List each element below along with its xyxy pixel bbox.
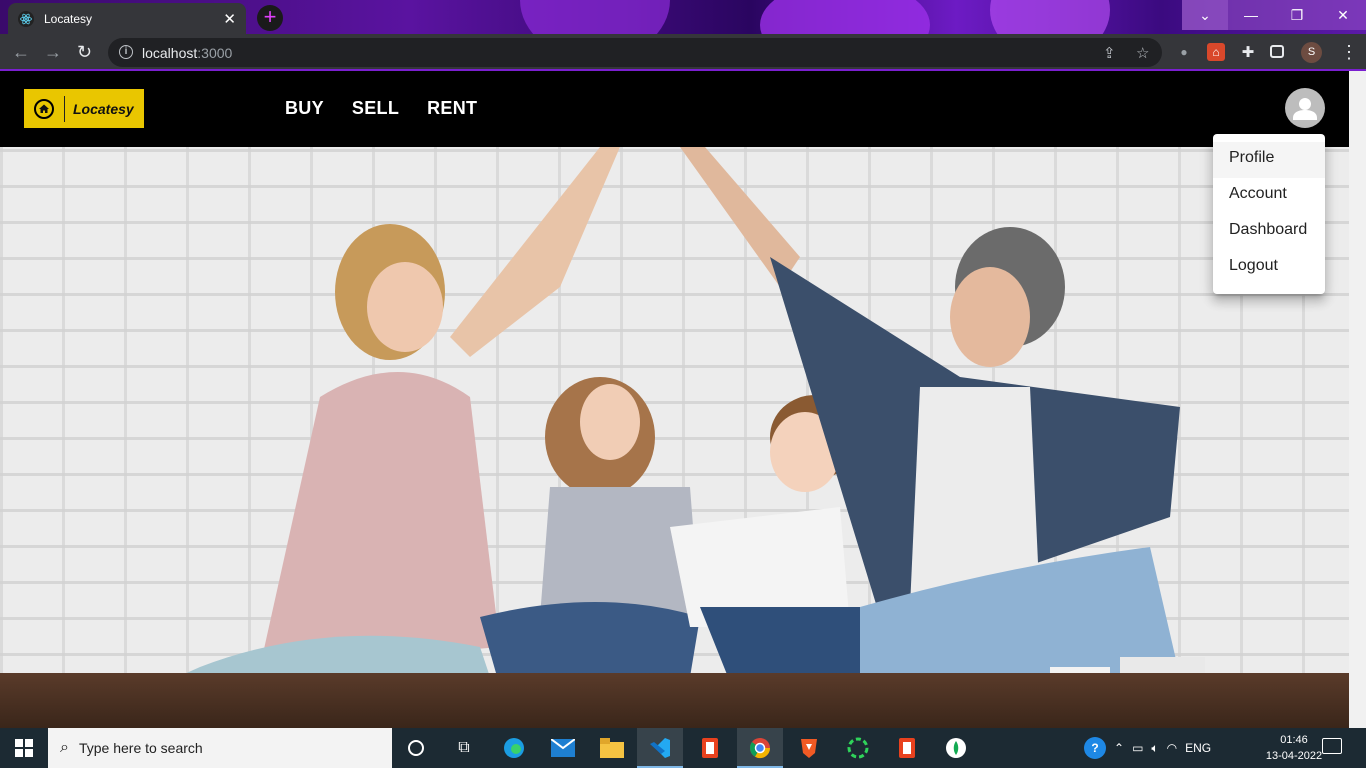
tab-title: Locatesy (44, 11, 93, 26)
main-nav: BUY SELL RENT (285, 98, 505, 119)
system-tray: ? ⌃ ▭ 🔈︎ ◠ ENG (1084, 728, 1211, 768)
home-icon (34, 98, 54, 119)
windows-taskbar: ⌕ Type here to search ⧉ ? ⌃ ▭ 🔈︎ ◠ ENG 0… (0, 728, 1366, 768)
brave-icon[interactable] (797, 736, 821, 760)
window-controls: ⌄ — ❐ ✕ (1182, 0, 1366, 30)
chrome-icon[interactable] (748, 736, 772, 760)
profile-avatar[interactable]: S (1301, 42, 1322, 63)
browser-tab[interactable]: Locatesy ✕ (8, 3, 246, 34)
edge-icon[interactable] (502, 736, 526, 760)
volume-icon[interactable]: 🔈︎ (1151, 741, 1158, 756)
vscode-icon[interactable] (648, 736, 672, 760)
minimize-button[interactable]: — (1228, 0, 1274, 30)
logo-divider (64, 95, 65, 122)
react-icon (18, 10, 34, 27)
wooden-floor (0, 673, 1349, 728)
tab-search-icon[interactable]: ⌄ (1182, 0, 1228, 30)
mail-icon[interactable] (551, 736, 575, 760)
windows-logo-icon (15, 739, 33, 757)
background-blob (520, 0, 670, 34)
mongodb-compass-icon[interactable] (944, 736, 968, 760)
clock-date: 13-04-2022 (1265, 750, 1323, 762)
office-icon[interactable] (698, 736, 722, 760)
bookmark-star-icon[interactable]: ☆ (1136, 44, 1149, 62)
person-icon (1293, 98, 1317, 120)
site-header: Locatesy BUY SELL RENT (0, 71, 1349, 147)
family-illustration (110, 147, 1205, 707)
user-dropdown-menu: Profile Account Dashboard Logout (1213, 134, 1325, 294)
browser-toolbar: ← → ↻ i localhost:3000 ⇪ ☆ ● ⌂ ✚ S ⋮ (0, 34, 1366, 71)
office-icon[interactable] (895, 736, 919, 760)
menu-item-logout[interactable]: Logout (1213, 250, 1325, 286)
menu-item-profile[interactable]: Profile (1213, 142, 1325, 178)
cortana-icon[interactable] (404, 736, 428, 760)
logo-text: Locatesy (73, 100, 134, 117)
menu-item-dashboard[interactable]: Dashboard (1213, 214, 1325, 250)
url-text: localhost:3000 (142, 45, 233, 61)
extension-icon[interactable]: ⌂ (1207, 43, 1225, 61)
browser-tabbar: Locatesy ✕ + ⌄ — ❐ ✕ (0, 0, 1366, 34)
site-info-icon[interactable]: i (119, 45, 133, 59)
close-tab-icon[interactable]: ✕ (223, 10, 236, 28)
address-bar[interactable]: i localhost:3000 ⇪ ☆ (108, 38, 1162, 67)
task-view-icon[interactable]: ⧉ (452, 736, 476, 760)
search-icon: ⌕ (60, 739, 69, 756)
kebab-menu-icon[interactable]: ⋮ (1340, 42, 1358, 63)
hero-image (0, 147, 1349, 728)
taskbar-search[interactable]: ⌕ Type here to search (48, 728, 392, 768)
start-button[interactable] (0, 728, 48, 768)
nav-buy[interactable]: BUY (285, 98, 324, 119)
web-page: Locatesy BUY SELL RENT Profile Account D… (0, 71, 1366, 728)
chevron-up-icon[interactable]: ⌃ (1114, 741, 1124, 755)
back-icon[interactable]: ← (12, 42, 30, 63)
sync-app-icon[interactable] (846, 736, 870, 760)
file-explorer-icon[interactable] (600, 736, 624, 760)
extension-icon[interactable]: ● (1175, 43, 1193, 61)
menu-item-account[interactable]: Account (1213, 178, 1325, 214)
side-panel-icon[interactable] (1270, 45, 1284, 58)
site-logo[interactable]: Locatesy (24, 89, 144, 128)
share-icon[interactable]: ⇪ (1103, 44, 1116, 62)
extensions-puzzle-icon[interactable]: ✚ (1239, 43, 1257, 61)
new-tab-button[interactable]: + (257, 5, 283, 31)
clock-time: 01:46 (1280, 734, 1308, 746)
nav-rent[interactable]: RENT (427, 98, 477, 119)
close-window-button[interactable]: ✕ (1320, 0, 1366, 30)
help-icon[interactable]: ? (1084, 737, 1106, 759)
nav-sell[interactable]: SELL (352, 98, 399, 119)
clock[interactable]: 01:46 13-04-2022 (1264, 732, 1324, 764)
wifi-icon[interactable]: ◠ (1167, 741, 1177, 755)
page-scrollbar[interactable] (1349, 71, 1366, 728)
reload-icon[interactable]: ↻ (77, 42, 92, 63)
restore-button[interactable]: ❐ (1274, 0, 1320, 30)
user-avatar-button[interactable] (1285, 88, 1325, 128)
search-placeholder: Type here to search (78, 740, 203, 756)
language-indicator[interactable]: ENG (1185, 741, 1211, 755)
battery-icon[interactable]: ▭ (1132, 741, 1143, 755)
forward-icon[interactable]: → (44, 42, 62, 63)
background-blob (760, 0, 930, 34)
background-blob (990, 0, 1110, 34)
notification-center-icon[interactable] (1322, 738, 1342, 754)
